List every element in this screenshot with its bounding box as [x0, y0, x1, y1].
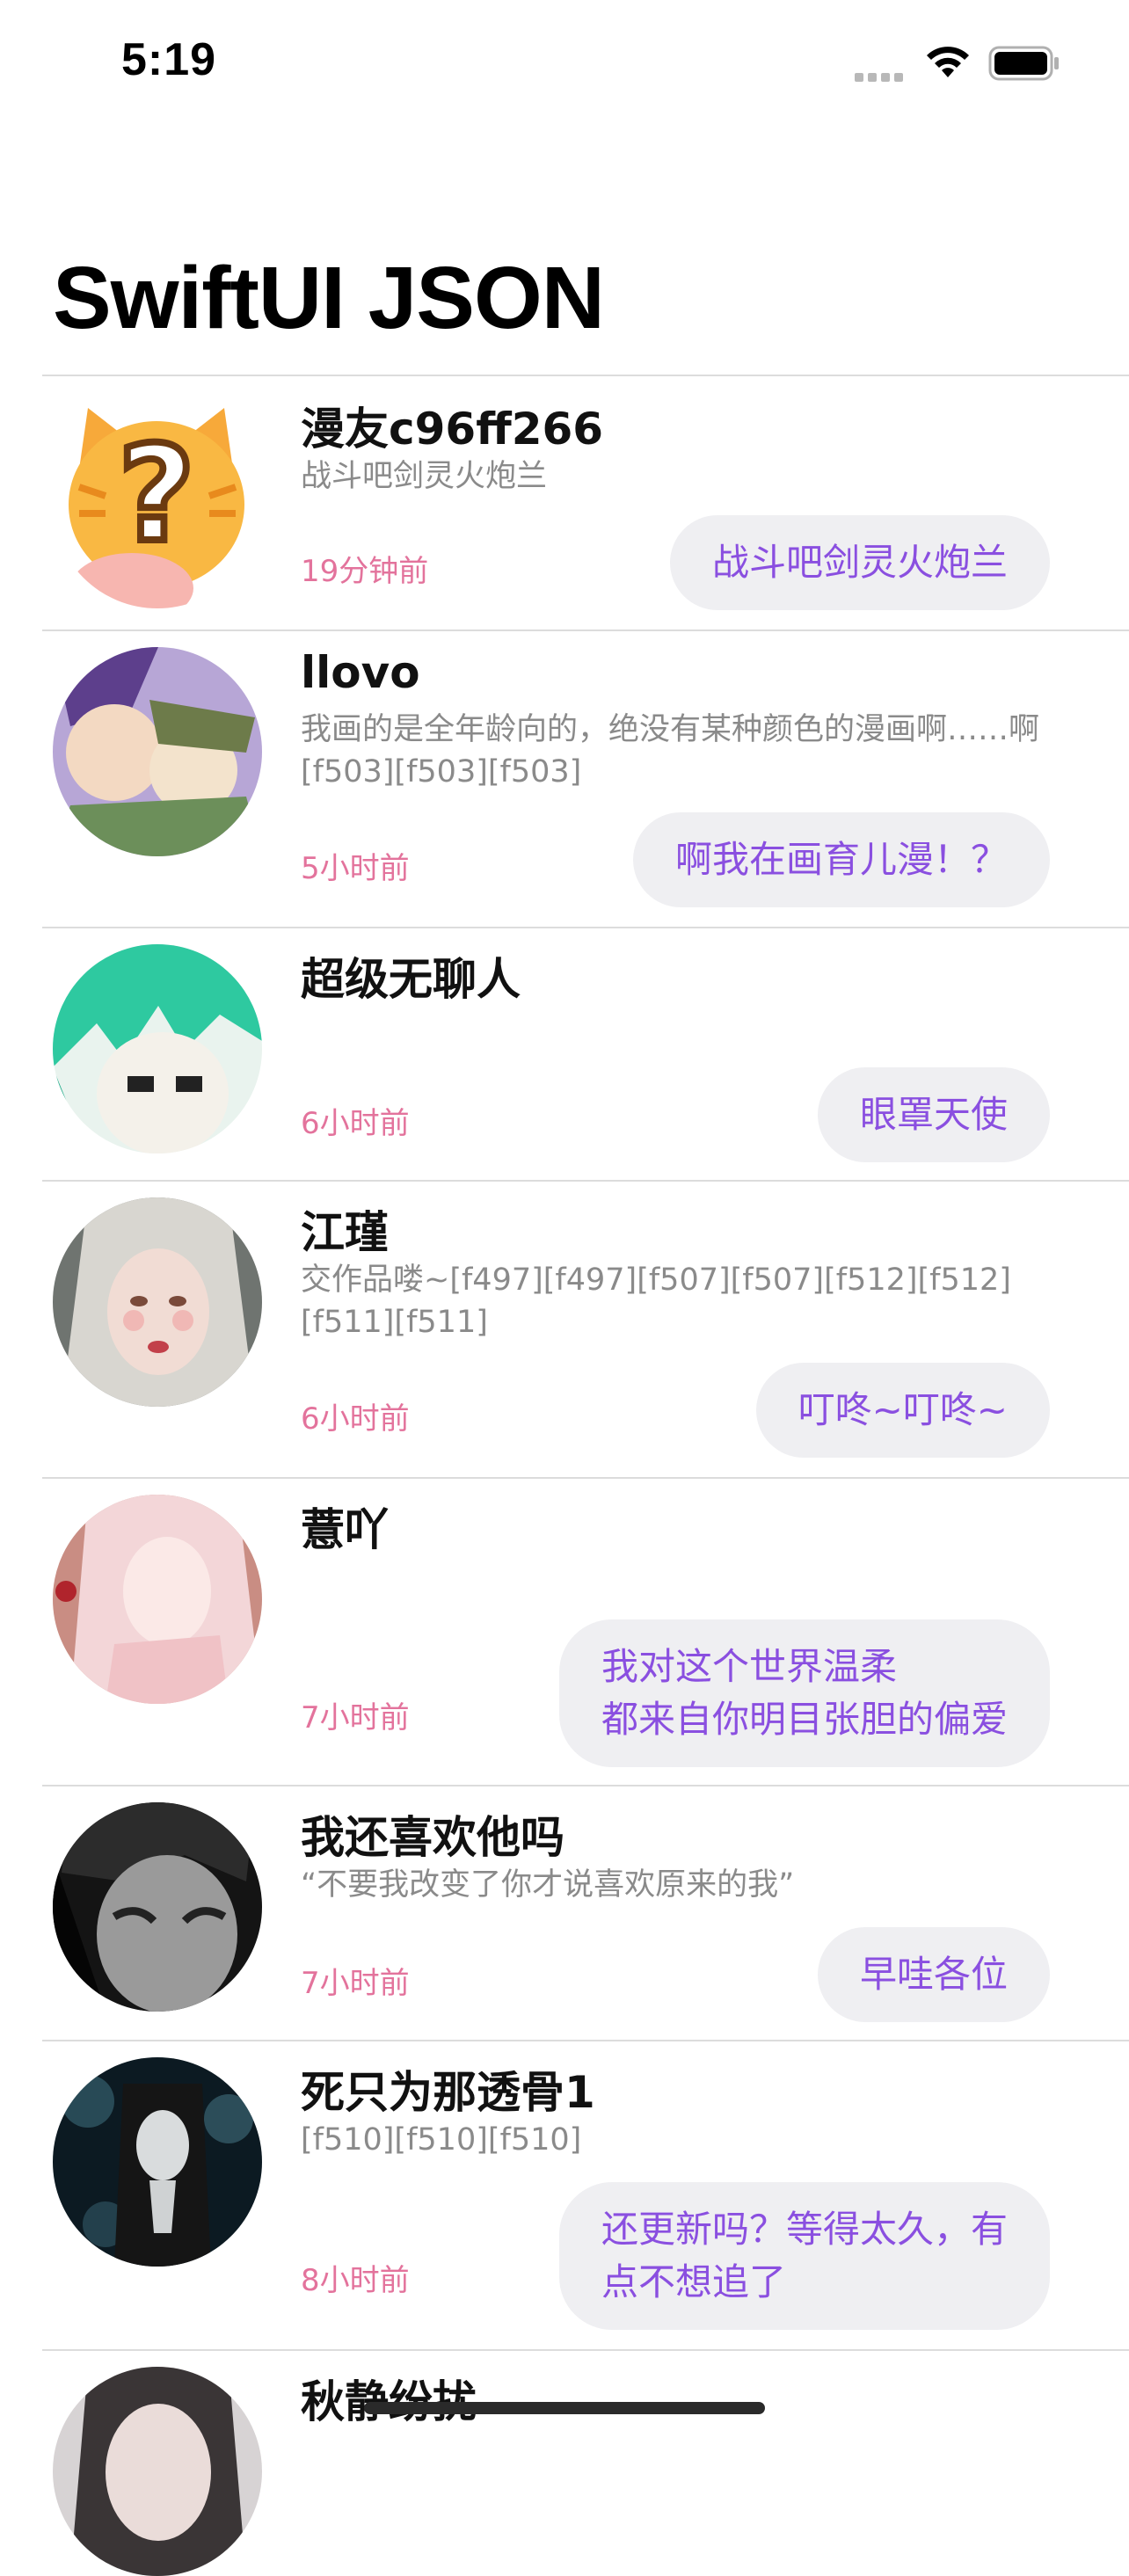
- user-name: 漫友c96ff266: [301, 404, 604, 455]
- feed-list[interactable]: ? 漫友c96ff266 战斗吧剑灵火炮兰 19分钟前 战斗吧剑灵火炮兰 llo…: [0, 375, 1129, 2576]
- cellular-signal-icon: [855, 69, 909, 82]
- avatar: [53, 2057, 262, 2267]
- list-item[interactable]: ? 漫友c96ff266 战斗吧剑灵火炮兰 19分钟前 战斗吧剑灵火炮兰: [42, 375, 1129, 629]
- user-name: llovo: [301, 647, 420, 698]
- timestamp: 6小时前: [301, 1106, 410, 1141]
- list-item[interactable]: llovo 我画的是全年龄向的，绝没有某种颜色的漫画啊……啊[f503][f50…: [42, 629, 1129, 927]
- status-bar: 5:19: [0, 0, 1129, 123]
- list-item[interactable]: 超级无聊人 6小时前 眼罩天使: [42, 927, 1129, 1180]
- timestamp: 19分钟前: [301, 554, 429, 589]
- message-preview: 交作品喽~[f497][f497][f507][f507][f512][f512…: [301, 1263, 1011, 1340]
- user-name: 我还喜欢他吗: [301, 1812, 564, 1863]
- status-time: 5:19: [121, 34, 217, 85]
- page-title: SwiftUI JSON: [53, 249, 605, 347]
- avatar: [53, 2367, 262, 2576]
- list-item[interactable]: 江瑾 交作品喽~[f497][f497][f507][f507][f512][f…: [42, 1180, 1129, 1477]
- avatar: [53, 1197, 262, 1407]
- wifi-icon: [927, 47, 969, 77]
- reply-bubble[interactable]: 早哇各位: [817, 1927, 1050, 2022]
- timestamp: 5小时前: [301, 851, 410, 886]
- avatar: [53, 944, 262, 1153]
- user-name: 江瑾: [301, 1207, 389, 1258]
- list-item[interactable]: 我还喜欢他吗 “不要我改变了你才说喜欢原来的我” 7小时前 早哇各位: [42, 1785, 1129, 2040]
- user-name: 超级无聊人: [301, 954, 521, 1005]
- avatar: [53, 647, 262, 856]
- battery-icon: [988, 46, 1059, 81]
- reply-bubble[interactable]: 战斗吧剑灵火炮兰: [669, 515, 1050, 610]
- user-name: 死只为那透骨1: [301, 2067, 595, 2118]
- timestamp: 7小时前: [301, 1700, 410, 1736]
- reply-bubble[interactable]: 啊我在画育儿漫！？: [632, 812, 1050, 907]
- timestamp: 6小时前: [301, 1401, 410, 1437]
- reply-bubble[interactable]: 还更新吗？等得太久，有 点不想追了: [558, 2182, 1050, 2330]
- message-preview: [f510][f510][f510]: [301, 2122, 582, 2158]
- list-item[interactable]: 死只为那透骨1 [f510][f510][f510] 8小时前 还更新吗？等得太…: [42, 2040, 1129, 2349]
- reply-bubble[interactable]: 叮咚~叮咚~: [755, 1363, 1050, 1458]
- message-preview: 我画的是全年龄向的，绝没有某种颜色的漫画啊……啊[f503][f503][f50…: [301, 712, 1040, 790]
- message-preview: 战斗吧剑灵火炮兰: [301, 459, 548, 494]
- avatar: [53, 1802, 262, 2012]
- svg-text:?: ?: [118, 418, 194, 571]
- timestamp: 8小时前: [301, 2263, 410, 2298]
- avatar: ?: [53, 399, 262, 608]
- reply-bubble[interactable]: 我对这个世界温柔 都来自你明目张胆的偏爱: [558, 1619, 1050, 1767]
- timestamp: 7小时前: [301, 1966, 410, 2001]
- home-indicator[interactable]: [364, 2402, 765, 2414]
- user-name: 薏吖: [301, 1504, 389, 1555]
- reply-bubble[interactable]: 眼罩天使: [817, 1067, 1050, 1162]
- user-name: 秋静纷扰: [301, 2367, 477, 2430]
- avatar: [53, 1495, 262, 1704]
- message-preview: “不要我改变了你才说喜欢原来的我”: [301, 1867, 795, 1903]
- list-item[interactable]: 薏吖 7小时前 我对这个世界温柔 都来自你明目张胆的偏爱: [42, 1477, 1129, 1785]
